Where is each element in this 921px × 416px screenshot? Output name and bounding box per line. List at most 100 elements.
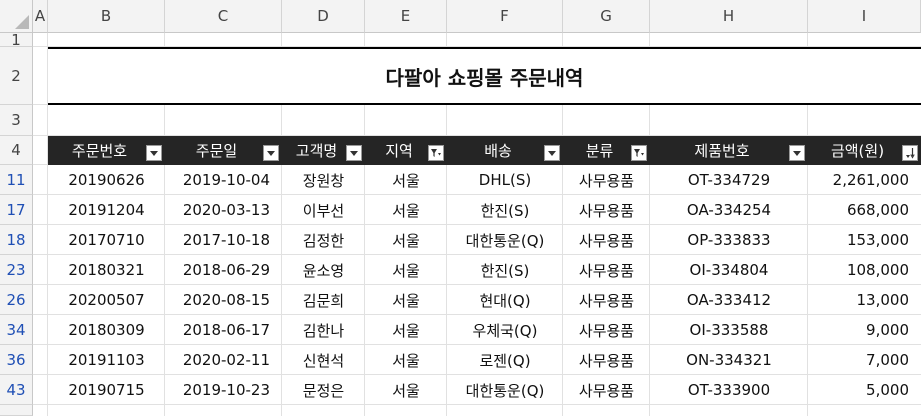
filter-button[interactable] — [346, 145, 362, 161]
cell-order-no[interactable]: 20180309 — [48, 315, 165, 345]
filter-dropdown-icon — [547, 149, 557, 157]
cell-region[interactable]: 서울 — [365, 375, 447, 405]
filter-button[interactable] — [146, 145, 162, 161]
cell-amount[interactable]: 5,000 — [808, 375, 921, 405]
cell-product[interactable]: OA-333412 — [650, 285, 808, 315]
column-header-i[interactable]: I — [808, 0, 921, 33]
row-header-3[interactable]: 3 — [0, 105, 33, 136]
column-header-d[interactable]: D — [282, 0, 365, 33]
cell-amount[interactable]: 13,000 — [808, 285, 921, 315]
row-header-18[interactable]: 18 — [0, 225, 33, 255]
cell-amount[interactable]: 668,000 — [808, 195, 921, 225]
cell-amount[interactable]: 153,000 — [808, 225, 921, 255]
row-header-43[interactable]: 43 — [0, 375, 33, 405]
cell-order-no[interactable]: 20200507 — [48, 285, 165, 315]
cell-customer[interactable]: 이부선 — [282, 195, 365, 225]
cell-order-no[interactable]: 20191204 — [48, 195, 165, 225]
cell-category[interactable]: 사무용품 — [563, 165, 650, 195]
cell-region[interactable]: 서울 — [365, 195, 447, 225]
filter-button[interactable] — [428, 145, 444, 161]
row-header-2[interactable]: 2 — [0, 47, 33, 105]
cell-shipping[interactable]: 우체국(Q) — [447, 315, 563, 345]
cell-shipping[interactable]: DHL(S) — [447, 165, 563, 195]
cell-shipping[interactable]: 현대(Q) — [447, 285, 563, 315]
sheet-title[interactable]: 다팔아 쇼핑몰 주문내역 — [48, 47, 921, 105]
table-header-4: 지역 — [365, 136, 447, 165]
cell-order-no[interactable]: 20191103 — [48, 345, 165, 375]
cell-date[interactable]: 2018-06-17 — [165, 315, 282, 345]
cell-category[interactable]: 사무용품 — [563, 345, 650, 375]
cell-customer[interactable]: 김정한 — [282, 225, 365, 255]
cell-shipping[interactable]: 한진(S) — [447, 195, 563, 225]
cell-order-no[interactable]: 20170710 — [48, 225, 165, 255]
cell-customer[interactable]: 김한나 — [282, 315, 365, 345]
cell-amount[interactable]: 9,000 — [808, 315, 921, 345]
row-header-26[interactable]: 26 — [0, 285, 33, 315]
row-header-4[interactable]: 4 — [0, 136, 33, 165]
cell-date[interactable]: 2019-10-23 — [165, 375, 282, 405]
cell-customer[interactable]: 윤소영 — [282, 255, 365, 285]
cell-category[interactable]: 사무용품 — [563, 195, 650, 225]
cell-region[interactable]: 서울 — [365, 225, 447, 255]
cell-order-no[interactable]: 20180321 — [48, 255, 165, 285]
cell-shipping[interactable]: 대한통운(Q) — [447, 225, 563, 255]
cell-product[interactable]: OA-334254 — [650, 195, 808, 225]
row-header-partial[interactable] — [0, 405, 33, 416]
row-header-1[interactable]: 1 — [0, 31, 33, 49]
row-header-11[interactable]: 11 — [0, 165, 33, 195]
cell-date[interactable]: 2020-02-11 — [165, 345, 282, 375]
filter-button[interactable] — [544, 145, 560, 161]
column-header-f[interactable]: F — [447, 0, 563, 33]
cell-customer[interactable]: 신현석 — [282, 345, 365, 375]
table-header-6: 분류 — [563, 136, 650, 165]
cell-product[interactable]: OT-334729 — [650, 165, 808, 195]
column-header-e[interactable]: E — [365, 0, 447, 33]
cell-date[interactable]: 2019-10-04 — [165, 165, 282, 195]
cell-region[interactable]: 서울 — [365, 165, 447, 195]
column-header-b[interactable]: B — [48, 0, 165, 33]
cell-date[interactable]: 2017-10-18 — [165, 225, 282, 255]
header-label: 고객명 — [295, 142, 338, 160]
cell-product[interactable]: OI-333588 — [650, 315, 808, 345]
column-header-h[interactable]: H — [650, 0, 808, 33]
row-header-36[interactable]: 36 — [0, 345, 33, 375]
cell-shipping[interactable]: 한진(S) — [447, 255, 563, 285]
filter-button[interactable] — [902, 145, 918, 161]
cell-customer[interactable]: 김문희 — [282, 285, 365, 315]
cell-product[interactable]: OT-333900 — [650, 375, 808, 405]
column-header-g[interactable]: G — [563, 0, 650, 33]
cell-category[interactable]: 사무용품 — [563, 315, 650, 345]
cell-amount[interactable]: 108,000 — [808, 255, 921, 285]
cell-region[interactable]: 서울 — [365, 285, 447, 315]
cell-region[interactable]: 서울 — [365, 345, 447, 375]
cell-category[interactable]: 사무용품 — [563, 255, 650, 285]
cell-order-no[interactable]: 20190626 — [48, 165, 165, 195]
cell-product[interactable]: OI-334804 — [650, 255, 808, 285]
cell-region[interactable]: 서울 — [365, 255, 447, 285]
cell-product[interactable]: OP-333833 — [650, 225, 808, 255]
filter-button[interactable] — [631, 145, 647, 161]
cell-customer[interactable]: 장원창 — [282, 165, 365, 195]
cell-product[interactable]: ON-334321 — [650, 345, 808, 375]
select-all-corner[interactable] — [0, 0, 33, 33]
cell-category[interactable]: 사무용품 — [563, 375, 650, 405]
column-header-c[interactable]: C — [165, 0, 282, 33]
column-header-a[interactable]: A — [33, 0, 48, 33]
filter-button[interactable] — [789, 145, 805, 161]
row-header-23[interactable]: 23 — [0, 255, 33, 285]
cell-date[interactable]: 2018-06-29 — [165, 255, 282, 285]
cell-customer[interactable]: 문정은 — [282, 375, 365, 405]
cell-order-no[interactable]: 20190715 — [48, 375, 165, 405]
cell-date[interactable]: 2020-08-15 — [165, 285, 282, 315]
cell-amount[interactable]: 2,261,000 — [808, 165, 921, 195]
cell-date[interactable]: 2020-03-13 — [165, 195, 282, 225]
cell-region[interactable]: 서울 — [365, 315, 447, 345]
cell-category[interactable]: 사무용품 — [563, 225, 650, 255]
cell-shipping[interactable]: 대한통운(Q) — [447, 375, 563, 405]
filter-button[interactable] — [263, 145, 279, 161]
cell-amount[interactable]: 7,000 — [808, 345, 921, 375]
cell-category[interactable]: 사무용품 — [563, 285, 650, 315]
cell-shipping[interactable]: 로젠(Q) — [447, 345, 563, 375]
row-header-17[interactable]: 17 — [0, 195, 33, 225]
row-header-34[interactable]: 34 — [0, 315, 33, 345]
